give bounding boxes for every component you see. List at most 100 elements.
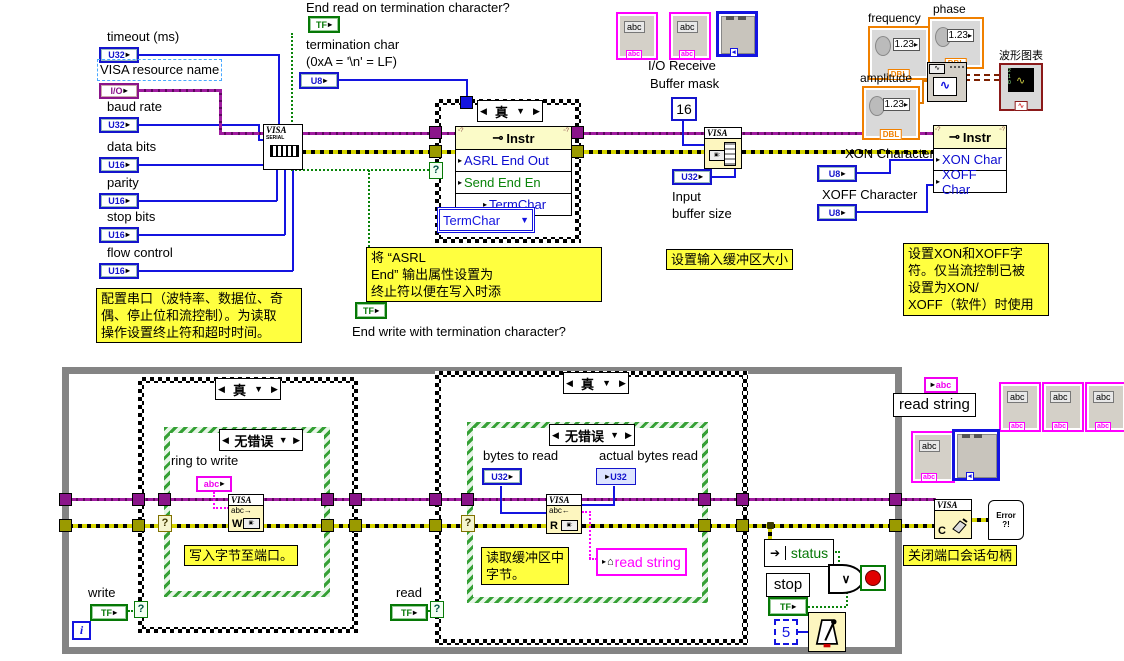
termchar-terminal[interactable]: U8▸ [299,72,339,89]
xon-character-label: XON Character [845,146,934,162]
wire-inputbuf-v [734,169,736,178]
case-dropdown-icon[interactable]: ▼ [610,430,619,440]
wire-btr-v [500,486,502,514]
read-case-selector[interactable]: ◀ 真 ▼ ▶ [563,372,629,394]
string-icon-6[interactable]: abcabc [911,431,955,483]
waveform-chart-icon[interactable]: 210∿ ∿ [999,63,1043,111]
stop-label-box: stop [766,573,810,597]
visa-close-icon[interactable]: VISA C [934,499,972,539]
comment-asrl-end: 将 “ASRL End” 输出属性设置为 终止符以便在写入时添 [366,247,602,302]
wait-ms-constant[interactable]: 5 [774,619,798,645]
wire-baud [139,124,258,126]
write-case-selector[interactable]: ◀ 真 ▼ ▶ [215,378,281,400]
baud-label: baud rate [107,99,162,115]
next-case-icon[interactable]: ▶ [293,435,300,446]
input-label: Input [672,189,701,205]
const-16[interactable]: 16 [671,97,697,121]
read-string-label-box: read string [893,393,976,417]
case-dropdown-icon[interactable]: ▼ [254,384,263,394]
property-xoff-char[interactable]: ▸XOFF Char [934,171,1006,192]
flow-terminal[interactable]: U16▸ [99,263,139,279]
property-node-serial[interactable]: ▫? ⊸ Instr ▫? ▸ASRL End Out ▸Send End En… [455,126,572,216]
stop-sign-icon [865,570,881,586]
simple-error-handler-icon[interactable]: Error ?! [988,500,1024,540]
string-control-icon-2[interactable]: abcabc [669,12,711,60]
property-send-end-en[interactable]: ▸Send End En [456,172,571,194]
local-var-write-icon: ⌂ [607,556,614,568]
metronome-icon [810,614,844,650]
wire-databits [139,164,269,166]
prev-case-icon[interactable]: ◀ [480,106,487,117]
output-arrow-icon: ▸ [126,231,130,239]
output-arrow-icon: ▸ [841,170,845,178]
wave-icon: ∿ [933,77,957,96]
tunnel-ca-bool: ? [134,601,148,618]
ring-dropdown-icon[interactable]: ▼ [520,215,529,225]
case-dropdown-icon[interactable]: ▼ [279,435,288,445]
visa-set-buffer-size-icon[interactable]: VISA ▣: [704,127,742,169]
next-case-icon[interactable]: ▶ [625,430,632,441]
write-terminal[interactable]: TF▸ [90,604,128,621]
wire-termchar [339,79,468,81]
case1-selector[interactable]: ◀ 真 ▼ ▶ [477,100,543,122]
termchar-ring-constant[interactable]: TermChar ▼ [437,207,535,233]
iteration-terminal[interactable]: i [72,621,91,640]
input-arrow-icon: ▸ [931,381,935,389]
databits-terminal[interactable]: U16▸ [99,157,139,173]
visa-write-icon[interactable]: VISA abc→ W ▣: [228,494,264,532]
amplitude-control[interactable]: 1.23▸ DBL [862,86,920,140]
input-buffer-terminal[interactable]: U32▸ [672,169,712,185]
case-dropdown-icon[interactable]: ▼ [602,378,611,388]
prev-case-icon[interactable]: ◀ [552,430,559,441]
read-string-local-variable[interactable]: ▸ ⌂ read string [596,548,687,576]
wire-timeout-v [278,54,280,126]
prev-case-icon[interactable]: ◀ [218,384,225,395]
string-icon-3[interactable]: abcabc [999,382,1041,432]
actual-bytes-terminal[interactable]: ▸U32 [596,468,636,485]
cluster-icon-2[interactable]: ◂ [952,429,1000,481]
wait-until-next-ms-icon[interactable] [808,612,846,652]
loop-condition-terminal[interactable] [860,565,886,591]
case-dropdown-icon[interactable]: ▼ [516,106,525,116]
stop-terminal[interactable]: TF▸ [768,597,808,616]
unbundle-arrow-icon: ➔ [765,546,786,560]
end-read-label: End read on termination character? [306,0,510,16]
next-case-icon[interactable]: ▶ [271,384,278,395]
tunnel-loop-purple-l [59,493,72,506]
termchar-label-2: (0xA = '\n' = LF) [306,54,397,70]
read-terminal[interactable]: TF▸ [390,604,428,621]
unbundle-status-node[interactable]: ➔ status [764,539,834,567]
string-icon-4[interactable]: abcabc [1042,382,1084,432]
end-read-terminal[interactable]: TF▸ [308,16,340,33]
write-error-case-selector[interactable]: ◀ 无错误 ▼ ▶ [219,429,303,451]
read-string-terminal[interactable]: ▸abc [924,377,958,393]
xon-terminal[interactable]: U8▸ [817,165,857,182]
sine-waveform-vi-icon[interactable]: ∿ ∿ [927,62,967,102]
parity-terminal[interactable]: U16▸ [99,193,139,209]
tunnel-cb-err-l [429,519,442,532]
property-asrl-end-out[interactable]: ▸ASRL End Out [456,150,571,172]
read-error-case-selector[interactable]: ◀ 无错误 ▼ ▶ [549,424,635,446]
comment-read-bytes: 读取缓冲区中 字节。 [481,547,569,585]
wire-stopbits [139,234,285,236]
string-icon-5[interactable]: abcabc [1085,382,1124,432]
timeout-terminal[interactable]: U32▸ [99,47,139,63]
next-case-icon[interactable]: ▶ [533,106,540,117]
next-case-icon[interactable]: ▶ [619,378,626,389]
prev-case-icon[interactable]: ◀ [566,378,573,389]
output-arrow-icon: ▸ [328,21,332,29]
prev-case-icon[interactable]: ◀ [222,435,229,446]
end-write-terminal[interactable]: TF▸ [355,302,387,319]
baud-terminal[interactable]: U32▸ [99,117,139,133]
tunnel-ca-err-l [132,519,145,532]
visa-configure-serial-icon[interactable]: VISA SERIAL [263,124,303,170]
cluster-icon-1[interactable]: ◂ [716,11,758,57]
visa-resource-terminal[interactable]: I/O▸ [99,83,139,99]
string-control-icon-1[interactable]: abcabc [616,12,658,60]
string-to-write-terminal[interactable]: abc▸ [196,476,232,492]
visa-read-icon[interactable]: VISA abc← R ▣: [546,494,582,534]
property-node-xon-xoff[interactable]: ▫? ⊸ Instr ▫? ▸XON Char ▸XOFF Char [933,125,1007,193]
bytes-to-read-terminal[interactable]: U32▸ [482,468,522,485]
xoff-terminal[interactable]: U8▸ [817,204,857,221]
stopbits-terminal[interactable]: U16▸ [99,227,139,243]
